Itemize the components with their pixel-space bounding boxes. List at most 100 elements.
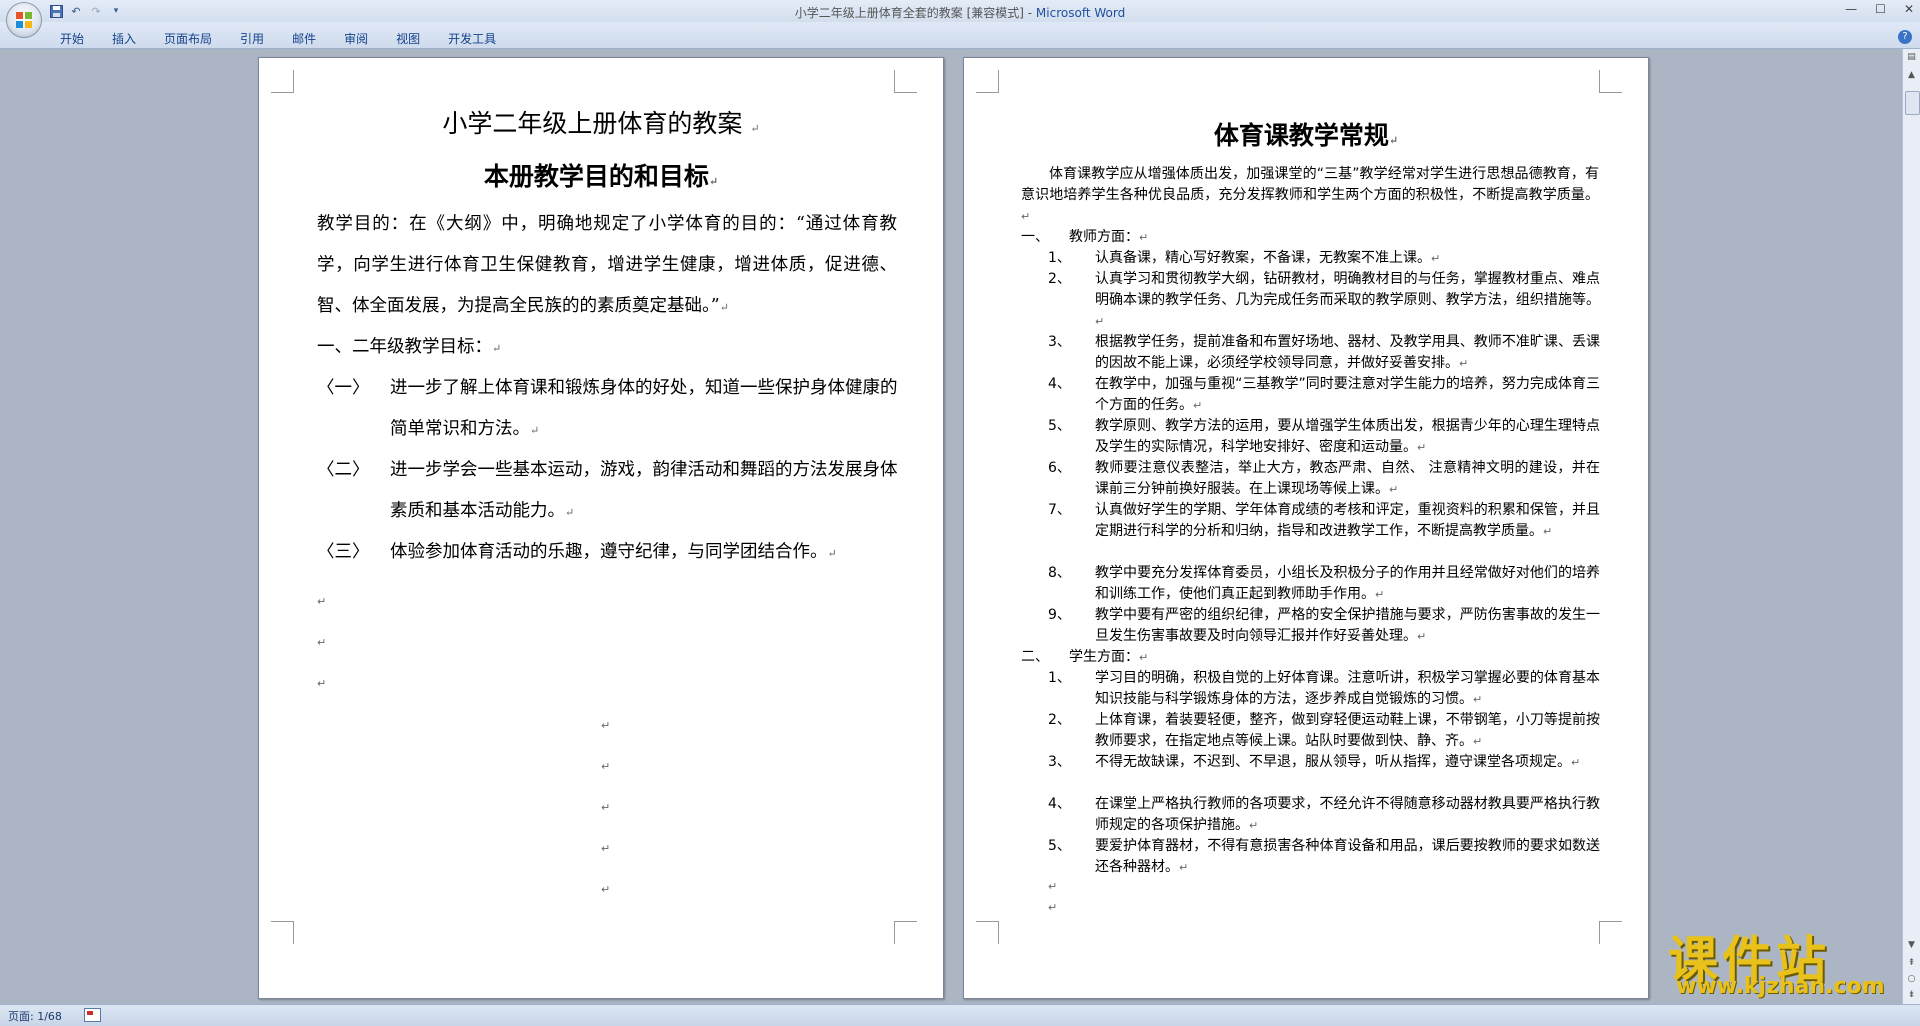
list-item: 8、 教学中要充分发挥体育委员，小组长及积极分子的作用并且经常做好对他们的培养和… — [1048, 563, 1600, 605]
teaching-purpose-paragraph: 教学目的：在《大纲》中，明确地规定了小学体育的目的：“通过体育教学，向学生进行体… — [317, 204, 897, 328]
document-page-right[interactable]: 体育课教学常规↵ 体育课教学应从增强体质出发，加强课堂的“三基”教学经常对学生进… — [963, 57, 1649, 999]
list-item: 5、 要爱护体育器材，不得有意损害各种体育设备和用品，课后要按教师的要求如数送还… — [1048, 836, 1600, 878]
item-text: 认真做好学生的学期、学年体育成绩的考核和评定，重视资料的积累和保管，并且定期进行… — [1095, 502, 1600, 539]
item-text: 在教学中，加强与重视“三基教学”同时要注意对学生能力的培养，努力完成体育三个方面… — [1095, 376, 1600, 413]
list-item: 4、 在课堂上严格执行教师的各项要求，不经允许不得随意移动器材教具要严格执行教师… — [1048, 794, 1600, 836]
status-bar: 页面: 1/68 — [0, 1004, 1920, 1026]
item-number: 1、 — [1048, 250, 1071, 266]
crop-mark — [976, 70, 999, 93]
spelling-check-icon[interactable] — [84, 1008, 101, 1022]
section-title: 学生方面： — [1069, 649, 1139, 665]
page-title-text: 体育课教学常规 — [1213, 121, 1389, 150]
item-text: 教师要注意仪表整洁，举止大方，教态严肃、自然、 注意精神文明的建设，并在课前三分… — [1095, 460, 1600, 497]
paragraph-mark: ↵ — [601, 760, 611, 773]
list-item: 1、 认真备课，精心写好教案，不备课，无教案不准上课。↵ — [1048, 248, 1600, 269]
document-title-heading: 小学二年级上册体育的教案 ↵ — [259, 104, 943, 140]
paragraph-mark: ↵ — [1048, 901, 1058, 914]
paragraph-mark: ↵ — [317, 636, 327, 649]
tab-references[interactable]: 引用 — [240, 30, 278, 47]
goal-text: 进一步学会一些基本运动，游戏，韵律活动和舞蹈的方法发展身体素质和基本活动能力。↵ — [390, 460, 898, 521]
item-number: 2、 — [1048, 712, 1071, 728]
tab-insert[interactable]: 插入 — [112, 30, 150, 47]
item-text: 教学中要充分发挥体育委员，小组长及积极分子的作用并且经常做好对他们的培养和训练工… — [1095, 565, 1600, 602]
goal-number: 〈三〉 — [317, 542, 370, 562]
list-item: 7、 认真做好学生的学期、学年体育成绩的考核和评定，重视资料的积累和保管，并且定… — [1048, 500, 1600, 563]
tab-review[interactable]: 审阅 — [344, 30, 382, 47]
section-number: 二、 — [1021, 649, 1049, 665]
tab-mailings[interactable]: 邮件 — [292, 30, 330, 47]
document-area: 小学二年级上册体育的教案 ↵ 本册教学目的和目标↵ 教学目的：在《大纲》中，明确… — [0, 49, 1902, 1004]
tab-page-layout[interactable]: 页面布局 — [164, 30, 226, 47]
crop-mark — [976, 921, 999, 944]
close-button[interactable]: ✕ — [1904, 2, 1914, 16]
goals-heading: 一、二年级教学目标：↵ — [317, 327, 907, 369]
item-number: 6、 — [1048, 460, 1071, 476]
item-number: 4、 — [1048, 796, 1071, 812]
item-number: 3、 — [1048, 334, 1071, 350]
app-name: Microsoft Word — [1035, 6, 1126, 20]
goal-item: 〈三〉 体验参加体育活动的乐趣，遵守纪律，与同学团结合作。↵ — [317, 532, 907, 573]
section-heading-student: 二、 学生方面：↵ — [1021, 647, 1148, 668]
item-number: 5、 — [1048, 838, 1071, 854]
goal-text: 进一步了解上体育课和锻炼身体的好处，知道一些保护身体健康的简单常识和方法。↵ — [390, 378, 898, 439]
tab-home[interactable]: 开始 — [60, 30, 98, 47]
help-icon[interactable]: ? — [1898, 30, 1912, 44]
maximize-button[interactable]: ☐ — [1875, 2, 1886, 16]
paragraph-mark: ↵ — [708, 175, 719, 188]
ribbon-tab-bar: 开始 插入 页面布局 引用 邮件 审阅 视图 开发工具 ? — [0, 22, 1920, 49]
paragraph-mark: ↵ — [601, 801, 611, 814]
paragraph-mark: ↵ — [601, 719, 611, 732]
page-count-status[interactable]: 页面: 1/68 — [8, 1008, 62, 1024]
item-number: 2、 — [1048, 271, 1071, 287]
item-text: 根据教学任务，提前准备和布置好场地、器材、及教学用具、教师不准旷课、丢课的因故不… — [1095, 334, 1600, 371]
item-number: 9、 — [1048, 607, 1071, 623]
paragraph-mark: ↵ — [317, 677, 327, 690]
list-item: 4、 在教学中，加强与重视“三基教学”同时要注意对学生能力的培养，努力完成体育三… — [1048, 374, 1600, 416]
paragraph-mark: ↵ — [719, 301, 729, 314]
window-controls: — ☐ ✕ — [1845, 2, 1914, 16]
document-title: 小学二年级上册体育全套的教案 [兼容模式] - — [794, 6, 1036, 20]
item-text: 教学中要有严密的组织纪律，严格的安全保护措施与要求，严防伤害事故的发生一旦发生伤… — [1095, 607, 1600, 644]
goal-text: 体验参加体育活动的乐趣，遵守纪律，与同学团结合作。↵ — [390, 542, 837, 562]
list-item: 5、 教学原则、教学方法的运用，要从增强学生体质出发，根据青少年的心理生理特点及… — [1048, 416, 1600, 458]
vertical-scrollbar[interactable]: ▤ ▲ ▼ ⇞ ○ ⇟ — [1902, 49, 1920, 1004]
ribbon-tabs: 开始 插入 页面布局 引用 邮件 审阅 视图 开发工具 — [60, 30, 524, 47]
crop-mark — [894, 921, 917, 944]
tab-developer[interactable]: 开发工具 — [448, 30, 510, 47]
document-page-left[interactable]: 小学二年级上册体育的教案 ↵ 本册教学目的和目标↵ 教学目的：在《大纲》中，明确… — [258, 57, 944, 999]
crop-mark — [271, 70, 294, 93]
crop-mark — [271, 921, 294, 944]
list-item: 1、 学习目的明确，积极自觉的上好体育课。注意听讲，积极学习掌握必要的体育基本知… — [1048, 668, 1600, 710]
item-text: 要爱护体育器材，不得有意损害各种体育设备和用品，课后要按教师的要求如数送还各种器… — [1095, 838, 1600, 875]
crop-mark — [894, 70, 917, 93]
item-number: 3、 — [1048, 754, 1071, 770]
intro-text: 体育课教学应从增强体质出发，加强课堂的“三基”教学经常对学生进行思想品德教育，有… — [1021, 166, 1599, 203]
item-text: 认真学习和贯彻教学大纲，钻研教材，明确教材目的与任务，掌握教材重点、难点明确本课… — [1095, 271, 1600, 328]
office-button[interactable] — [6, 2, 42, 38]
crop-mark — [1599, 70, 1622, 93]
paragraph-mark: ↵ — [492, 342, 502, 355]
scrollbar-thumb[interactable] — [1905, 91, 1920, 115]
goal-item: 〈二〉 进一步学会一些基本运动，游戏，韵律活动和舞蹈的方法发展身体素质和基本活动… — [317, 450, 907, 532]
section-heading-text: 本册教学目的和目标 — [483, 162, 709, 191]
watermark-logo: 课件站 www.kjzhan.com — [1668, 920, 1908, 1000]
item-text: 在课堂上严格执行教师的各项要求，不经允许不得随意移动器材教具要严格执行教师规定的… — [1095, 796, 1600, 833]
tab-view[interactable]: 视图 — [396, 30, 434, 47]
title-bar: ↶ ↷ ▾ 小学二年级上册体育全套的教案 [兼容模式] - Microsoft … — [0, 0, 1920, 38]
item-number: 5、 — [1048, 418, 1071, 434]
list-item: 3、 根据教学任务，提前准备和布置好场地、器材、及教学用具、教师不准旷课、丢课的… — [1048, 332, 1600, 374]
intro-paragraph: 体育课教学应从增强体质出发，加强课堂的“三基”教学经常对学生进行思想品德教育，有… — [1021, 164, 1599, 227]
scroll-up-icon[interactable]: ▲ — [1905, 69, 1918, 82]
item-text: 上体育课，着装要轻便，整齐，做到穿轻便运动鞋上课，不带钢笔，小刀等提前按教师要求… — [1095, 712, 1600, 749]
minimize-button[interactable]: — — [1845, 2, 1857, 16]
ruler-toggle-icon[interactable]: ▤ — [1905, 51, 1918, 64]
paragraph-mark: ↵ — [317, 595, 327, 608]
paragraph-mark: ↵ — [601, 842, 611, 855]
section-title: 教师方面： — [1069, 229, 1139, 245]
item-number: 8、 — [1048, 565, 1071, 581]
item-text: 教学原则、教学方法的运用，要从增强学生体质出发，根据青少年的心理生理特点及学生的… — [1095, 418, 1600, 455]
section-number: 一、 — [1021, 229, 1049, 245]
paragraph-mark: ↵ — [601, 883, 611, 896]
goals-heading-text: 一、二年级教学目标： — [317, 337, 492, 357]
paragraph-mark: ↵ — [1388, 134, 1399, 147]
